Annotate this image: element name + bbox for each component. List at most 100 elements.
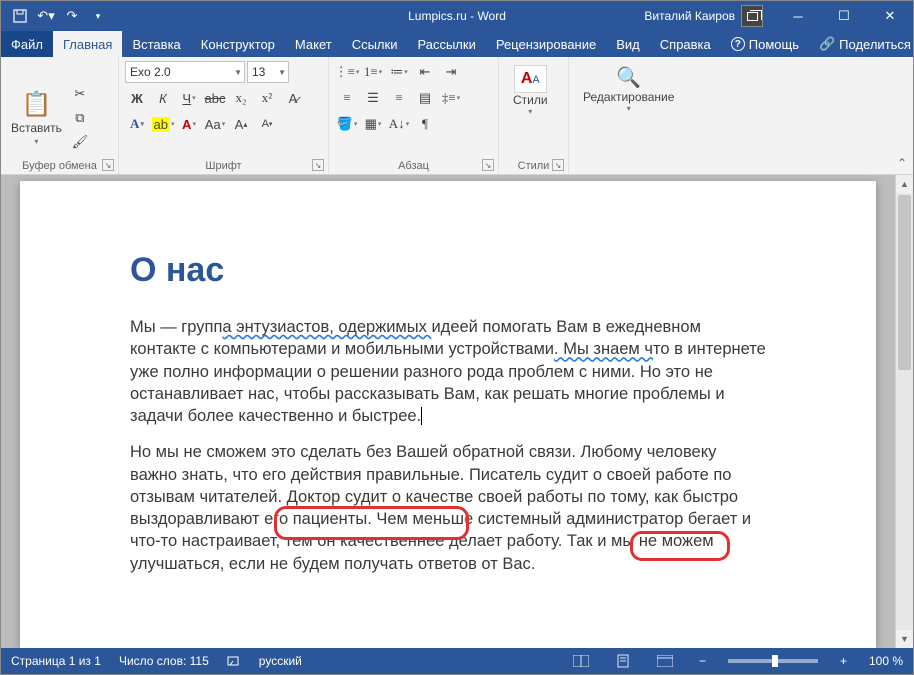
sort-button[interactable]: A↓	[387, 113, 411, 135]
multilevel-button[interactable]: ≔	[387, 61, 411, 83]
status-word-count[interactable]: Число слов: 115	[119, 654, 209, 668]
minimize-button[interactable]: ─	[775, 1, 821, 31]
view-web-layout[interactable]	[653, 651, 677, 671]
grammar-underline: . Мы знаем ч	[554, 340, 653, 358]
group-label: Шрифт	[119, 160, 328, 172]
grow-font-button[interactable]: A▴	[229, 113, 253, 135]
view-print-layout[interactable]	[611, 651, 635, 671]
group-paragraph: ⋮≡ 1≡ ≔ ⇤ ⇥ ≡ ☰ ≡ ▤ ‡≡ 🪣 ▦ A↓ ¶	[329, 57, 499, 174]
font-launcher[interactable]: ↘	[312, 159, 324, 171]
shading-button[interactable]: 🪣	[335, 113, 359, 135]
tab-references[interactable]: Ссылки	[342, 31, 408, 57]
paragraph-2: Но мы не сможем это сделать без Вашей об…	[130, 441, 766, 575]
scroll-up-button[interactable]: ▲	[896, 175, 913, 193]
align-center-button[interactable]: ☰	[361, 87, 385, 109]
tab-home[interactable]: Главная	[53, 31, 122, 57]
autosave-icon[interactable]	[13, 9, 27, 23]
justify-button[interactable]: ▤	[413, 87, 437, 109]
highlight-button[interactable]: ab	[151, 113, 175, 135]
line-spacing-button[interactable]: ‡≡	[439, 87, 463, 109]
editing-button[interactable]: 🔍 Редактирование ▾	[575, 61, 682, 174]
ribbon-tabs: Файл Главная Вставка Конструктор Макет С…	[1, 31, 913, 57]
paragraph-launcher[interactable]: ↘	[482, 159, 494, 171]
group-label: Буфер обмена	[1, 160, 118, 172]
help-button[interactable]: ?Помощь	[721, 31, 809, 57]
view-read-mode[interactable]	[569, 651, 593, 671]
tab-file[interactable]: Файл	[1, 31, 53, 57]
vertical-scrollbar[interactable]: ▲ ▼	[895, 175, 913, 648]
bullets-button[interactable]: ⋮≡	[335, 61, 359, 83]
subscript-button[interactable]: x₂	[229, 87, 253, 109]
styles-label: Стили	[513, 93, 548, 107]
share-label: Поделиться	[839, 37, 911, 52]
editing-label: Редактирование	[583, 90, 674, 104]
paste-button[interactable]: 📋 Вставить ▾	[7, 61, 66, 174]
borders-button[interactable]: ▦	[361, 113, 385, 135]
tab-review[interactable]: Рецензирование	[486, 31, 606, 57]
tab-design[interactable]: Конструктор	[191, 31, 285, 57]
scroll-thumb[interactable]	[898, 195, 911, 370]
status-proofing[interactable]	[227, 654, 241, 668]
grammar-underline: а энтузиастов, одержимых	[222, 318, 431, 336]
zoom-slider[interactable]	[728, 659, 818, 663]
zoom-in-button[interactable]: +	[836, 654, 851, 668]
tab-layout[interactable]: Макет	[285, 31, 342, 57]
tab-view[interactable]: Вид	[606, 31, 650, 57]
shrink-font-button[interactable]: A▾	[255, 113, 279, 135]
page[interactable]: О нас Мы — группа энтузиастов, одержимых…	[20, 181, 876, 648]
bold-button[interactable]: Ж	[125, 87, 149, 109]
tab-help[interactable]: Справка	[650, 31, 721, 57]
decrease-indent-button[interactable]: ⇤	[413, 61, 437, 83]
styles-icon: AA	[514, 65, 547, 93]
maximize-button[interactable]: ☐	[821, 1, 867, 31]
status-bar: Страница 1 из 1 Число слов: 115 русский …	[1, 648, 913, 674]
undo-icon[interactable]: ↶▾	[39, 9, 53, 23]
strike-button[interactable]: abc	[203, 87, 227, 109]
numbering-button[interactable]: 1≡	[361, 61, 385, 83]
zoom-thumb[interactable]	[772, 655, 778, 667]
font-name-combo[interactable]: Exo 2.0▼	[125, 61, 245, 83]
scroll-down-button[interactable]: ▼	[896, 630, 913, 648]
share-icon: 🔗	[819, 36, 835, 52]
zoom-level[interactable]: 100 %	[869, 654, 903, 668]
align-left-button[interactable]: ≡	[335, 87, 359, 109]
group-editing: 🔍 Редактирование ▾	[569, 57, 689, 174]
collapse-ribbon-button[interactable]: ⌃	[897, 156, 907, 170]
tab-insert[interactable]: Вставка	[122, 31, 190, 57]
superscript-button[interactable]: x²	[255, 87, 279, 109]
format-painter-button[interactable]: 🖌	[70, 133, 90, 151]
increase-indent-button[interactable]: ⇥	[439, 61, 463, 83]
zoom-out-button[interactable]: −	[695, 654, 710, 668]
help-label: Помощь	[749, 37, 799, 52]
user-name: Виталий Каиров	[644, 9, 735, 23]
status-language[interactable]: русский	[259, 654, 302, 668]
scroll-track[interactable]	[896, 193, 913, 630]
copy-button[interactable]: ⧉	[70, 109, 90, 127]
styles-button[interactable]: AA Стили ▾	[505, 61, 556, 174]
text-effects-button[interactable]: A	[125, 113, 149, 135]
document-area: О нас Мы — группа энтузиастов, одержимых…	[1, 175, 913, 648]
align-right-button[interactable]: ≡	[387, 87, 411, 109]
styles-launcher[interactable]: ↘	[552, 159, 564, 171]
underline-button[interactable]: Ч	[177, 87, 201, 109]
font-color-button[interactable]: A	[177, 113, 201, 135]
change-case-button[interactable]: Aa	[203, 113, 227, 135]
group-clipboard: 📋 Вставить ▾ ✂ ⧉ 🖌 Буфер обмена ↘	[1, 57, 119, 174]
clipboard-launcher[interactable]: ↘	[102, 159, 114, 171]
clear-format-button[interactable]: A̷	[281, 87, 305, 109]
heading: О нас	[130, 251, 766, 290]
cut-button[interactable]: ✂	[70, 85, 90, 103]
font-name-value: Exo 2.0	[130, 65, 171, 79]
share-button[interactable]: 🔗 Поделиться	[809, 31, 914, 57]
customize-qat-icon[interactable]: ▾	[91, 9, 105, 23]
show-marks-button[interactable]: ¶	[413, 113, 437, 135]
ribbon-options-icon[interactable]	[729, 1, 775, 31]
close-button[interactable]: ✕	[867, 1, 913, 31]
font-size-value: 13	[252, 65, 265, 79]
redo-icon[interactable]: ↷	[65, 9, 79, 23]
status-page[interactable]: Страница 1 из 1	[11, 654, 101, 668]
search-icon: 🔍	[616, 65, 641, 90]
italic-button[interactable]: К	[151, 87, 175, 109]
font-size-combo[interactable]: 13▼	[247, 61, 289, 83]
tab-mailings[interactable]: Рассылки	[407, 31, 485, 57]
